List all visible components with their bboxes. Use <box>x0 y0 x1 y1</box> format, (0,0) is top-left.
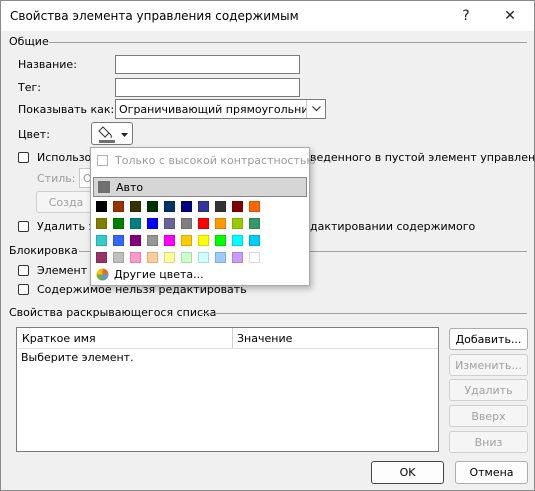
use-style-checkbox[interactable] <box>18 152 29 163</box>
move-down-button[interactable]: Вниз <box>449 431 528 453</box>
color-swatch[interactable] <box>113 252 124 263</box>
color-swatch[interactable] <box>181 201 192 212</box>
color-swatch[interactable] <box>198 201 209 212</box>
color-swatch[interactable] <box>232 201 243 212</box>
column-header-display-name[interactable]: Краткое имя <box>22 332 96 345</box>
color-swatch[interactable] <box>147 218 158 229</box>
color-swatch[interactable] <box>130 218 141 229</box>
color-swatch[interactable] <box>147 235 158 246</box>
general-separator <box>49 42 527 43</box>
name-input[interactable] <box>115 55 300 74</box>
color-swatch[interactable] <box>113 218 124 229</box>
remove-control-checkbox[interactable] <box>18 221 29 232</box>
dropdown-separator <box>201 313 527 314</box>
more-colors-item[interactable]: Другие цвета... <box>93 267 293 283</box>
color-swatch[interactable] <box>215 218 226 229</box>
show-as-label: Показывать как: <box>18 103 115 116</box>
tag-input[interactable] <box>115 78 300 97</box>
move-up-button[interactable]: Вверх <box>449 405 528 427</box>
color-swatch[interactable] <box>164 252 175 263</box>
color-picker-popup: Только с высокой контрастностью Авто Дру… <box>90 147 316 286</box>
paint-bucket-icon <box>97 125 117 143</box>
remove-control-label-suffix: дактировании содержимого <box>310 220 476 233</box>
dropdown-items-list[interactable]: Краткое имя Значение Выберите элемент. <box>16 327 439 452</box>
high-contrast-label: Только с высокой контрастностью <box>115 154 316 167</box>
create-style-button[interactable]: Созда <box>36 191 96 213</box>
color-wheel-icon <box>96 268 109 284</box>
color-swatch[interactable] <box>164 218 175 229</box>
close-button[interactable]: ✕ <box>490 1 530 31</box>
remove-item-button[interactable]: Удалить <box>449 379 528 401</box>
color-swatch[interactable] <box>147 201 158 212</box>
use-style-label-suffix: веденного в пустой элемент управления <box>310 151 535 164</box>
color-palette <box>96 201 296 265</box>
color-swatch[interactable] <box>113 201 124 212</box>
add-button[interactable]: Добавить... <box>449 328 528 350</box>
color-swatch[interactable] <box>96 218 107 229</box>
show-as-value: Ограничивающий прямоугольник <box>119 102 306 116</box>
color-swatch[interactable] <box>198 252 209 263</box>
help-button[interactable]: ? <box>446 1 486 31</box>
high-contrast-checkbox[interactable] <box>97 155 108 166</box>
column-divider <box>232 328 233 348</box>
color-swatch[interactable] <box>164 201 175 212</box>
color-swatch[interactable] <box>249 218 260 229</box>
color-swatch[interactable] <box>215 252 226 263</box>
color-swatch[interactable] <box>113 235 124 246</box>
color-swatch[interactable] <box>249 252 260 263</box>
color-swatch[interactable] <box>96 201 107 212</box>
color-swatch[interactable] <box>232 252 243 263</box>
window-title: Свойства элемента управления содержимым <box>10 9 299 23</box>
auto-color-label: Авто <box>116 181 144 194</box>
content-control-properties-dialog: Свойства элемента управления содержимым … <box>0 0 535 491</box>
column-header-value[interactable]: Значение <box>237 332 292 345</box>
color-swatch[interactable] <box>181 235 192 246</box>
color-swatch[interactable] <box>215 235 226 246</box>
color-swatch[interactable] <box>96 252 107 263</box>
color-swatch[interactable] <box>232 218 243 229</box>
color-swatch[interactable] <box>198 218 209 229</box>
color-swatch[interactable] <box>198 235 209 246</box>
create-style-label: Созда <box>48 195 84 209</box>
chevron-down-icon <box>120 127 128 140</box>
list-item[interactable]: Выберите элемент. <box>21 351 134 364</box>
color-swatch[interactable] <box>96 235 107 246</box>
color-swatch[interactable] <box>249 235 260 246</box>
auto-color-swatch <box>98 181 110 193</box>
cannot-delete-label: Элемент у <box>37 264 98 277</box>
modify-button[interactable]: Изменить... <box>449 354 528 376</box>
cancel-button[interactable]: Отмена <box>455 461 528 484</box>
locking-section-title: Блокировка <box>9 244 78 257</box>
tag-label: Тег: <box>18 81 41 94</box>
close-icon: ✕ <box>504 8 516 24</box>
dropdown-section-title: Свойства раскрывающегося списка <box>9 306 217 319</box>
color-swatch[interactable] <box>130 252 141 263</box>
color-swatch[interactable] <box>181 218 192 229</box>
auto-color-item[interactable]: Авто <box>93 177 307 197</box>
color-swatch[interactable] <box>232 235 243 246</box>
color-swatch[interactable] <box>249 201 260 212</box>
color-swatch[interactable] <box>164 235 175 246</box>
list-header: Краткое имя Значение <box>17 328 438 349</box>
color-swatch[interactable] <box>147 252 158 263</box>
chevron-down-icon <box>306 100 325 118</box>
name-label: Название: <box>18 58 77 71</box>
ok-button[interactable]: OK <box>371 461 444 484</box>
color-swatch[interactable] <box>181 252 192 263</box>
color-swatch[interactable] <box>215 201 226 212</box>
style-label: Стиль: <box>37 172 76 185</box>
show-as-select[interactable]: Ограничивающий прямоугольник <box>115 99 326 119</box>
color-swatch[interactable] <box>130 201 141 212</box>
use-style-label: Использов <box>37 151 98 164</box>
color-picker-button[interactable] <box>91 122 133 145</box>
cannot-delete-checkbox[interactable] <box>18 265 29 276</box>
help-icon: ? <box>462 8 470 24</box>
color-label: Цвет: <box>18 128 50 141</box>
general-section-title: Общие <box>9 35 49 48</box>
color-swatch[interactable] <box>130 235 141 246</box>
cannot-edit-checkbox[interactable] <box>18 284 29 295</box>
more-colors-label: Другие цвета... <box>114 268 204 281</box>
